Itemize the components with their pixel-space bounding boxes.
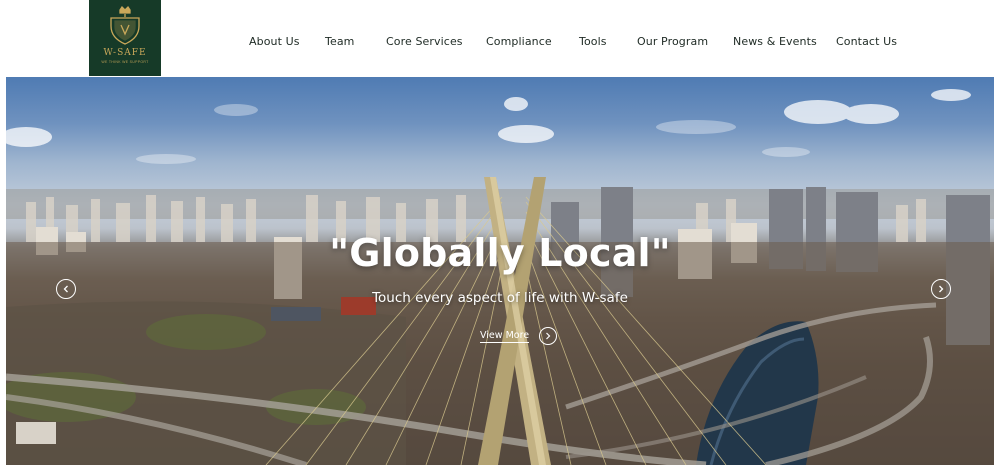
nav-item-compliance[interactable]: Compliance: [486, 35, 552, 48]
slider-prev-button[interactable]: [56, 279, 76, 299]
hero-subtitle: Touch every aspect of life with W-safe: [372, 290, 628, 306]
nav-item-our-program[interactable]: Our Program: [637, 35, 708, 48]
nav-item-about-us[interactable]: About Us: [249, 35, 300, 48]
nav-item-team[interactable]: Team: [325, 35, 354, 48]
chevron-left-icon: [63, 285, 68, 293]
view-more-button[interactable]: View More: [480, 326, 558, 346]
hero-title: "Globally Local": [329, 231, 671, 275]
view-more-label: View More: [480, 329, 530, 343]
slider-next-button[interactable]: [931, 279, 951, 299]
nav-item-core-services[interactable]: Core Services: [386, 35, 463, 48]
nav-item-contact-us[interactable]: Contact Us: [836, 35, 897, 48]
logo-tagline: WE THINK WE SUPPORT: [101, 60, 149, 64]
nav-item-news-events[interactable]: News & Events: [733, 35, 817, 48]
site-header: W-SAFE WE THINK WE SUPPORT About Us Team…: [0, 0, 1000, 77]
chevron-right-icon: [539, 327, 558, 345]
nav-item-tools[interactable]: Tools: [579, 35, 607, 48]
hero-slider: "Globally Local" Touch every aspect of l…: [6, 77, 994, 465]
chevron-right-icon: [939, 285, 944, 293]
main-nav: About Us Team Core Services Compliance T…: [0, 35, 1000, 51]
